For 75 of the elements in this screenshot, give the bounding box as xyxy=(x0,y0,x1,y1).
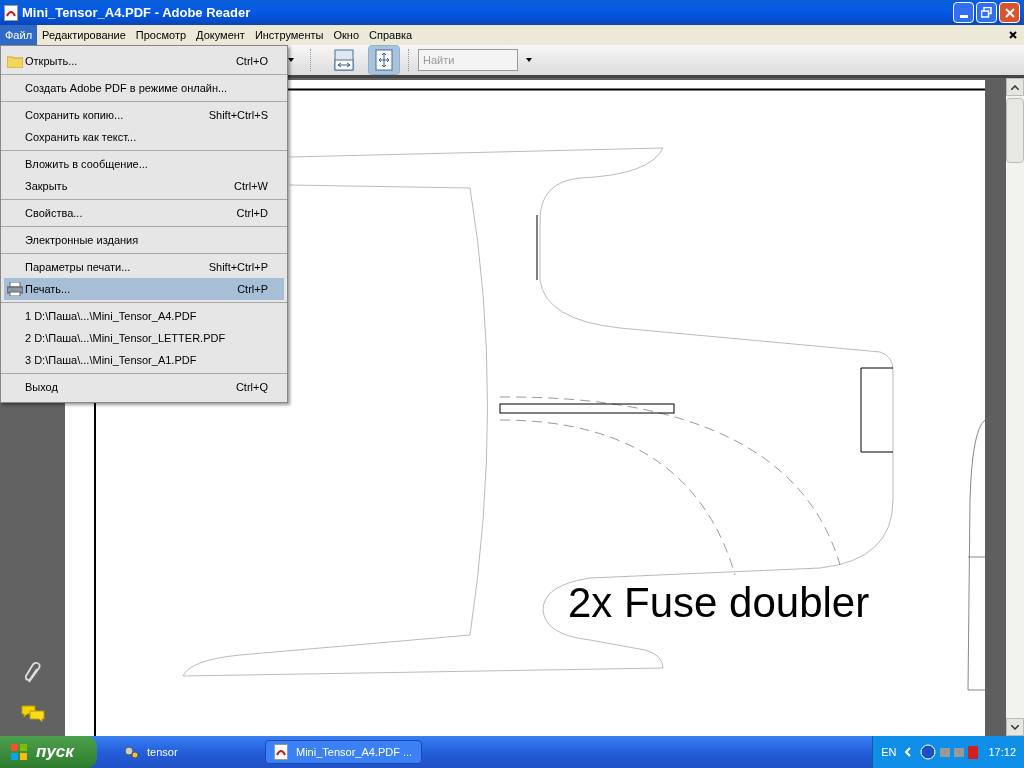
menu-item-label: Выход xyxy=(25,379,58,395)
menu-item[interactable]: 2 D:\Паша\...\Mini_Tensor_LETTER.PDF xyxy=(4,327,284,349)
menu-item-label: Электронные издания xyxy=(25,232,139,248)
taskbar-button[interactable]: Mini_Tensor_A4.PDF ... xyxy=(265,740,422,764)
shortcut-label: Ctrl+D xyxy=(236,205,268,221)
start-button[interactable]: пуск xyxy=(0,736,97,768)
menu-item-label: Создать Adobe PDF в режиме онлайн... xyxy=(25,80,228,96)
close-icon[interactable] xyxy=(1009,31,1017,39)
menu-item[interactable]: Закрыть Ctrl+W xyxy=(4,175,284,197)
menu-item[interactable]: Окно xyxy=(328,25,365,45)
menu-item-label: 2 D:\Паша\...\Mini_Tensor_LETTER.PDF xyxy=(25,330,226,346)
window-title: Mini_Tensor_A4.PDF - Adobe Reader xyxy=(22,3,251,22)
minimize-button[interactable] xyxy=(953,2,974,23)
tray-icons-drawing[interactable] xyxy=(920,744,981,760)
menu-item-label: Сохранить как текст... xyxy=(25,129,137,145)
windows-logo-icon xyxy=(10,743,28,761)
menu-item-label: Сохранить копию... xyxy=(25,107,124,123)
menu-item-label: Закрыть xyxy=(25,178,68,194)
taskbar-button[interactable]: tensor xyxy=(115,740,215,764)
shortcut-label: Ctrl+O xyxy=(235,53,268,69)
scroll-down-button[interactable] xyxy=(1006,718,1024,736)
shortcut-label: Shift+Ctrl+S xyxy=(208,107,268,123)
caret-icon[interactable] xyxy=(288,58,294,62)
menu-item[interactable]: Вложить в сообщение... xyxy=(4,153,284,175)
menu-item-label: 3 D:\Паша\...\Mini_Tensor_A1.PDF xyxy=(25,352,197,368)
folder-icon xyxy=(6,54,23,68)
search-field[interactable]: Найти xyxy=(418,49,518,71)
pdf-file-icon xyxy=(274,744,288,760)
close-button[interactable] xyxy=(999,2,1020,23)
fit-page-icon xyxy=(375,49,393,71)
shortcut-label: Shift+Ctrl+P xyxy=(208,259,268,275)
menu-item[interactable]: Открыть... Ctrl+O xyxy=(4,50,284,72)
chevron-left-icon[interactable] xyxy=(904,747,913,757)
menu-item[interactable]: Файл xyxy=(0,25,38,45)
minimize-icon xyxy=(959,15,968,18)
pdf-file-icon xyxy=(4,4,18,21)
menu-item[interactable]: Документ xyxy=(191,25,250,45)
menu-item[interactable]: Инструменты xyxy=(249,25,329,45)
vertical-scrollbar[interactable] xyxy=(1006,78,1024,736)
printer-icon xyxy=(6,282,23,296)
caret-icon[interactable] xyxy=(526,58,532,62)
menu-item[interactable]: 3 D:\Паша\...\Mini_Tensor_A1.PDF xyxy=(4,349,284,371)
shortcut-label: Ctrl+W xyxy=(234,178,268,194)
menu-item[interactable]: Справка xyxy=(364,25,418,45)
close-icon xyxy=(1004,7,1015,18)
comments-icon[interactable] xyxy=(20,704,45,724)
menu-item[interactable]: Свойства... Ctrl+D xyxy=(4,202,284,224)
menu-item-label: Открыть... xyxy=(25,53,78,69)
menu-item[interactable]: Сохранить копию... Shift+Ctrl+S xyxy=(4,104,284,126)
paperclip-icon[interactable] xyxy=(22,662,43,684)
menu-item-label: Вложить в сообщение... xyxy=(25,156,148,172)
menu-item[interactable]: Сохранить как текст... xyxy=(4,126,284,148)
menu-item-label: Параметры печати... xyxy=(25,259,131,275)
menu-item[interactable]: Параметры печати... Shift+Ctrl+P xyxy=(4,256,284,278)
clock: 17:12 xyxy=(988,744,1016,760)
fit-width-icon xyxy=(334,49,354,71)
scroll-up-button[interactable] xyxy=(1006,78,1024,96)
restore-icon xyxy=(981,7,992,18)
edge-line xyxy=(536,214,538,281)
menu-item[interactable]: 1 D:\Паша\...\Mini_Tensor_A4.PDF xyxy=(4,305,284,327)
fit-page-button[interactable] xyxy=(368,45,400,75)
menu-item[interactable]: Редактирование xyxy=(37,25,131,45)
menu-item[interactable]: Выход Ctrl+Q xyxy=(4,376,284,398)
shortcut-label: Ctrl+P xyxy=(237,281,268,297)
menu-item-label: 1 D:\Паша\...\Mini_Tensor_A4.PDF xyxy=(25,308,197,324)
shortcut-label: Ctrl+Q xyxy=(235,379,268,395)
restore-button[interactable] xyxy=(976,2,997,23)
menu-item[interactable]: Электронные издания xyxy=(4,229,284,251)
scroll-thumb[interactable] xyxy=(1006,98,1024,163)
part-label: 2x Fuse doubler xyxy=(568,582,870,624)
menu-item-label: Печать... xyxy=(25,281,71,297)
menu-item[interactable]: Просмотр xyxy=(130,25,192,45)
menu-item[interactable]: Печать... Ctrl+P xyxy=(4,278,284,300)
menu-item[interactable]: Создать Adobe PDF в режиме онлайн... xyxy=(4,77,284,99)
menu-item-label: Свойства... xyxy=(25,205,83,221)
